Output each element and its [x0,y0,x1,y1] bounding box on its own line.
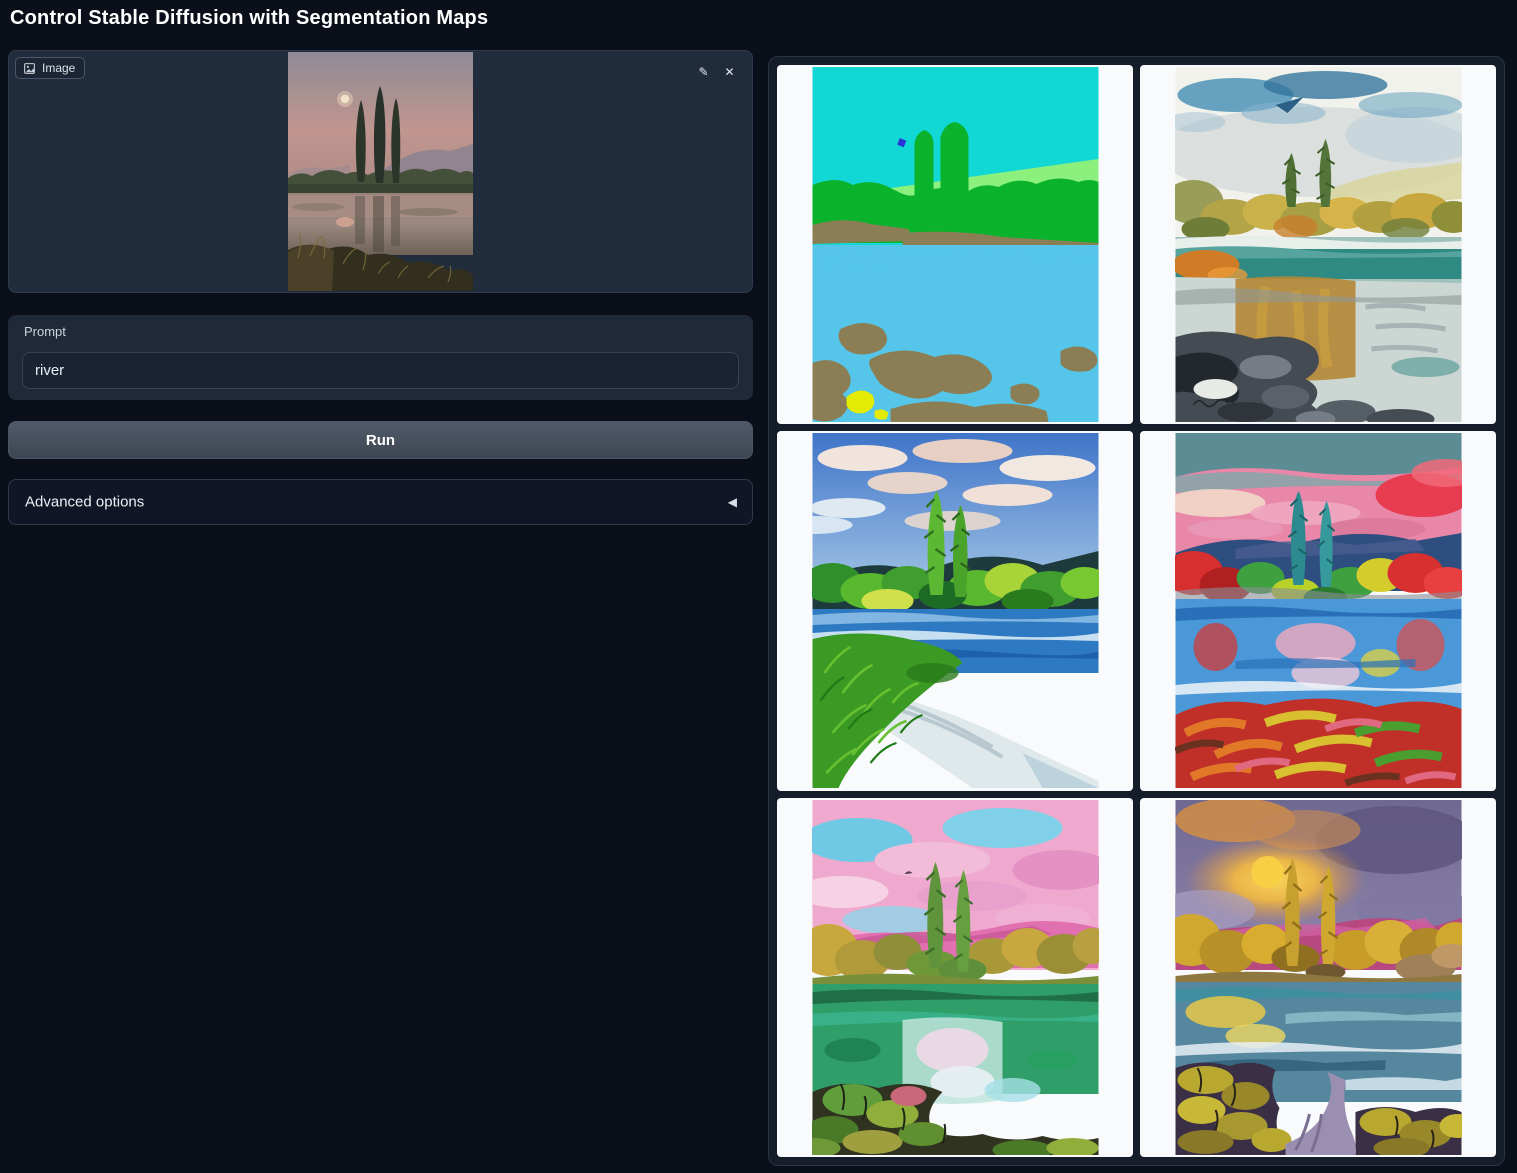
advanced-options-label: Advanced options [25,494,144,511]
edit-image-button[interactable]: ✎ [693,61,714,82]
gallery-item-5[interactable] [777,798,1133,1157]
gallery-image-green-river [812,433,1099,788]
clear-image-button[interactable]: ✕ [719,61,740,82]
prompt-label: Prompt [24,324,66,339]
gallery-image-golden-sunset [1175,800,1462,1155]
gallery-item-4[interactable] [1140,431,1496,790]
gallery-item-2[interactable] [1140,65,1496,424]
result-gallery [768,56,1505,1166]
page-title: Control Stable Diffusion with Segmentati… [10,7,488,30]
app-window: Control Stable Diffusion with Segmentati… [0,0,1517,1173]
pencil-icon: ✎ [698,65,708,79]
gallery-image-colorful-river [1175,433,1462,788]
gallery-image-watercolor [1175,67,1462,422]
image-label: Image [42,61,75,75]
prompt-block: Prompt [8,315,753,400]
image-upload-block: Image ✎ ✕ [8,50,753,293]
gallery-item-6[interactable] [1140,798,1496,1157]
gallery-item-1[interactable] [777,65,1133,424]
gallery-image-segmentation-map [812,67,1099,422]
advanced-options-accordion[interactable]: Advanced options ◀ [8,479,753,525]
image-icon [23,62,36,75]
gallery-grid [777,65,1496,1157]
image-label-badge: Image [15,57,85,79]
collapse-arrow-icon[interactable]: ◀ [728,495,737,509]
gallery-image-pink-lake [812,800,1099,1155]
image-actions: ✎ ✕ [693,61,740,82]
input-image [288,52,473,291]
prompt-input[interactable] [22,352,739,389]
close-icon: ✕ [724,65,734,79]
run-button[interactable]: Run [8,421,753,459]
gallery-item-3[interactable] [777,431,1133,790]
